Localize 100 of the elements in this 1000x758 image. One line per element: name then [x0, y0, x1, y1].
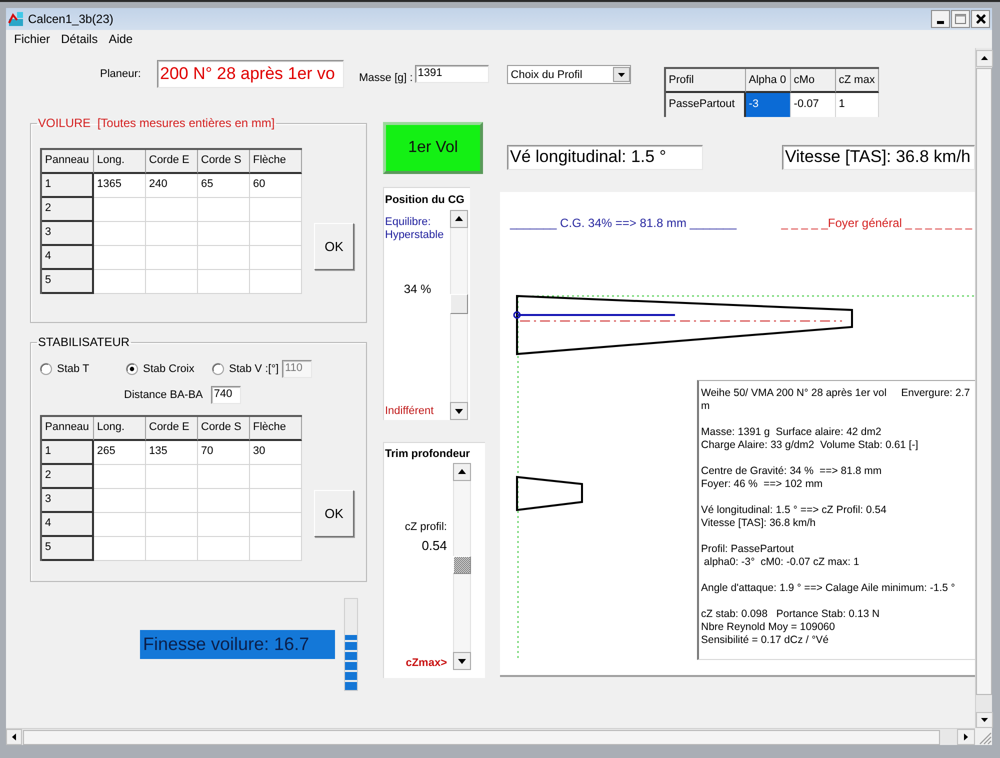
row-header: 2 [42, 465, 94, 489]
table-cell[interactable] [250, 513, 302, 537]
table-cell[interactable] [94, 222, 146, 246]
info-text-line: Nbre Reynold Moy = 109060 [701, 621, 836, 634]
row-header: 3 [42, 222, 94, 246]
table-cell[interactable] [146, 513, 198, 537]
glider-name-field[interactable]: 200 N° 28 après 1er vo [156, 60, 344, 88]
info-text-line: cZ stab: 0.098 Portance Stab: 0.13 N [701, 608, 881, 621]
info-text-line: Charge Alaire: 33 g/dm2 Volume Stab: 0.61 [-] [701, 439, 920, 452]
radio-option[interactable]: Stab V :[°] [212, 362, 282, 376]
lift-coefficient-label: cZ profil: [404, 521, 447, 534]
table-cell[interactable]: 60 [250, 174, 302, 198]
max-lift-label: cZmax> [406, 657, 447, 670]
table-cell[interactable]: 1365 [94, 174, 146, 198]
row-header: 4 [42, 246, 94, 270]
menu-item[interactable]: Détails [61, 32, 98, 46]
table-cell[interactable] [146, 198, 198, 222]
table-cell[interactable] [198, 513, 250, 537]
distance-label: Distance BA-BA [124, 388, 203, 402]
close-icon [976, 14, 986, 24]
table-cell[interactable] [198, 489, 250, 513]
info-text-line: alpha0: -3° cM0: -0.07 cZ max: 1 [702, 556, 860, 569]
ok-button[interactable]: OK [314, 490, 354, 537]
table-cell[interactable] [146, 222, 198, 246]
info-text-line: Vitesse [TAS]: 36.8 km/h [701, 517, 817, 530]
radio-option[interactable]: Stab Croix [126, 362, 212, 376]
table-cell[interactable] [198, 222, 250, 246]
table-cell[interactable] [146, 537, 198, 561]
glide-ratio-display: Finesse voilure: 16.7 [140, 630, 335, 659]
column-header: Panneau [42, 417, 94, 441]
column-header: Corde S [198, 150, 250, 174]
table-cell[interactable] [94, 489, 146, 513]
menu-item[interactable]: Fichier [14, 32, 50, 46]
info-text-line: Vé longitudinal: 1.5 ° ==> cZ Profil: 0.54 [701, 504, 888, 517]
panel-title: Trim profondeur [384, 447, 471, 462]
table-cell[interactable] [146, 270, 198, 294]
info-text-line: Angle d'attaque: 1.9 ° ==> Calage Aile minimum: -1.5 ° [701, 582, 956, 595]
table-cell[interactable] [198, 198, 250, 222]
column-header: cZ max [836, 69, 879, 93]
scroll-thumb[interactable] [23, 730, 940, 744]
table-cell[interactable]: 240 [146, 174, 198, 198]
table-cell[interactable] [250, 222, 302, 246]
menu-item[interactable]: Aide [108, 32, 133, 46]
table-cell[interactable] [198, 270, 250, 294]
table-cell[interactable]: -3 [746, 93, 791, 117]
table-cell[interactable] [94, 537, 146, 561]
table-cell[interactable] [250, 465, 302, 489]
table-cell[interactable] [146, 489, 198, 513]
table-cell[interactable] [94, 270, 146, 294]
table-cell[interactable] [146, 246, 198, 270]
mass-field[interactable]: 1391 [414, 65, 489, 83]
table-cell[interactable] [198, 465, 250, 489]
table-cell[interactable] [94, 246, 146, 270]
panel-title: Position du CG [384, 193, 466, 208]
distance-field[interactable]: 740 [210, 386, 241, 404]
table-cell[interactable] [250, 270, 302, 294]
table-cell[interactable] [198, 246, 250, 270]
table-cell[interactable] [250, 537, 302, 561]
maximize-icon [955, 14, 966, 24]
table-cell[interactable]: 30 [250, 441, 302, 465]
cg-legend: _______ C.G. 34% ==> 81.8 mm _______ [510, 216, 736, 231]
table-cell[interactable]: 70 [198, 441, 250, 465]
table-cell[interactable] [94, 198, 146, 222]
stability-label: Equilibre: Hyperstable [385, 216, 445, 242]
group-title: VOILURE [Toutes mesures entières en mm] [37, 116, 276, 130]
table-cell[interactable]: 65 [198, 174, 250, 198]
table-cell[interactable]: -0.07 [790, 93, 836, 117]
table-cell[interactable]: 135 [146, 441, 198, 465]
info-text-line: Sensibilité = 0.17 dCz / °Vé [701, 634, 830, 647]
table-cell[interactable] [250, 489, 302, 513]
slider-thumb[interactable] [453, 556, 471, 574]
close-button[interactable] [971, 10, 990, 28]
row-header: 1 [42, 174, 94, 198]
table-cell[interactable]: 265 [94, 441, 146, 465]
table-cell[interactable]: 1 [836, 93, 879, 117]
profile-dropdown[interactable]: Choix du Profil [506, 65, 631, 84]
first-flight-button[interactable]: 1er Vol [383, 122, 483, 174]
info-text-line: Weihe 50/ VMA 200 N° 28 après 1er vol Envergure: 2.7 m [701, 387, 971, 413]
caret-icon [612, 67, 630, 82]
table-cell[interactable] [250, 246, 302, 270]
table-cell[interactable] [146, 465, 198, 489]
table-cell[interactable] [198, 537, 250, 561]
row-header: 5 [42, 537, 94, 561]
maximize-button[interactable] [951, 10, 970, 28]
ok-button[interactable]: OK [314, 223, 354, 270]
app-icon [8, 11, 24, 27]
minimize-icon [937, 21, 944, 24]
row-header: 1 [42, 441, 94, 465]
window-title: Calcen1_3b(23) [28, 12, 114, 26]
table-cell[interactable] [94, 513, 146, 537]
slider-thumb[interactable] [450, 294, 468, 314]
column-header: Flèche [250, 417, 302, 441]
column-header: Corde S [198, 417, 250, 441]
table-cell[interactable] [250, 198, 302, 222]
minimize-button[interactable] [931, 10, 950, 28]
table-cell[interactable] [94, 465, 146, 489]
horizontal-scrollbar[interactable] [6, 728, 975, 745]
column-header: Long. [94, 150, 146, 174]
radio-option[interactable]: Stab T [40, 362, 126, 376]
neutral-label: Indifférent [385, 405, 435, 418]
